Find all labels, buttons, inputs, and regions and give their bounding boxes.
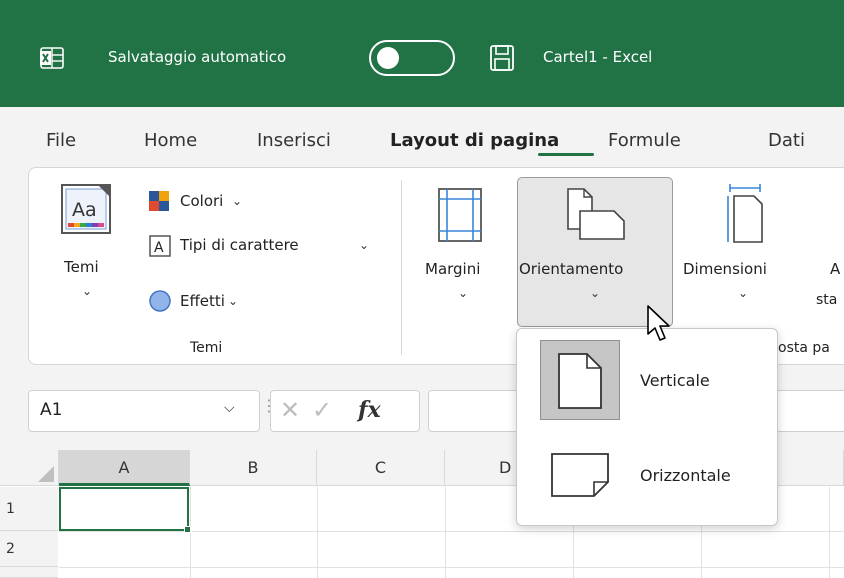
select-all-corner[interactable] (0, 450, 59, 486)
tab-layout-di-pagina[interactable]: Layout di pagina (390, 130, 559, 151)
selected-cell-a1[interactable] (59, 487, 189, 531)
tab-inserisci[interactable]: Inserisci (257, 130, 331, 151)
tab-formule[interactable]: Formule (608, 130, 681, 151)
excel-logo-icon (40, 47, 64, 69)
chevron-down-icon: ⌄ (738, 286, 749, 300)
chevron-down-icon: ⌄ (458, 286, 469, 300)
enter-icon[interactable]: ✓ (312, 396, 332, 424)
column-divider (317, 487, 318, 578)
tab-home[interactable]: Home (144, 130, 197, 151)
save-icon[interactable] (489, 44, 515, 72)
svg-text:A: A (154, 240, 164, 256)
row-divider (59, 567, 844, 568)
cancel-icon[interactable]: ✕ (280, 396, 300, 424)
name-box-value: A1 (40, 400, 63, 420)
orientation-icon (567, 188, 625, 240)
svg-text:Aa: Aa (72, 199, 97, 221)
column-header-b[interactable]: B (190, 450, 317, 486)
portrait-page-icon[interactable] (557, 352, 603, 410)
select-all-icon (38, 466, 54, 482)
landscape-page-icon[interactable] (550, 452, 610, 498)
insert-function-icon[interactable]: fx (358, 397, 381, 423)
fill-handle[interactable] (184, 526, 191, 533)
verticale-option[interactable]: Verticale (640, 371, 710, 390)
column-header-a[interactable]: A (59, 450, 190, 486)
chevron-down-icon: ⌄ (228, 294, 239, 308)
mouse-cursor-icon (647, 305, 670, 341)
document-title: Cartel1 - Excel (543, 48, 653, 66)
group-label-temi: Temi (190, 340, 223, 356)
group-label-imposta-pagina: osta pa (778, 340, 830, 356)
group-separator (401, 180, 402, 355)
toggle-knob (377, 47, 399, 69)
orizzontale-option[interactable]: Orizzontale (640, 466, 731, 485)
row-header-3[interactable] (0, 567, 58, 578)
margins-icon[interactable] (437, 187, 483, 243)
tipi-di-carattere-button[interactable]: Tipi di carattere (180, 236, 299, 254)
column-header-c[interactable]: C (317, 450, 445, 486)
orientamento-label: Orientamento (519, 260, 624, 278)
row-header-1[interactable]: 1 (0, 487, 58, 531)
row-divider (59, 531, 844, 532)
chevron-down-icon: ⌄ (82, 284, 93, 298)
fonts-icon: A (149, 235, 171, 257)
tab-dati[interactable]: Dati (768, 130, 805, 151)
active-tab-underline (538, 153, 594, 156)
colori-button[interactable]: Colori (180, 192, 223, 210)
effects-icon (149, 290, 171, 312)
partial-next-button-top[interactable]: A (830, 260, 840, 278)
size-icon[interactable] (726, 184, 766, 244)
row-header-2[interactable]: 2 (0, 531, 58, 567)
autosave-label: Salvataggio automatico (108, 48, 287, 66)
partial-next-button-bottom: sta (816, 292, 838, 308)
colors-icon (149, 191, 169, 211)
tab-file[interactable]: File (46, 130, 76, 151)
dimensioni-button[interactable]: Dimensioni (683, 260, 767, 278)
autosave-toggle[interactable] (369, 40, 455, 76)
chevron-down-icon: ⌄ (590, 286, 601, 300)
column-divider (829, 487, 830, 578)
chevron-down-icon: ⌄ (232, 194, 243, 208)
effetti-button[interactable]: Effetti (180, 292, 225, 310)
themes-icon[interactable]: Aa (60, 183, 112, 235)
temi-button-label[interactable]: Temi (64, 258, 99, 276)
chevron-down-icon[interactable]: ⌵ (224, 400, 235, 416)
chevron-down-icon: ⌄ (359, 238, 370, 252)
column-divider (445, 487, 446, 578)
margini-button[interactable]: Margini (425, 260, 480, 278)
